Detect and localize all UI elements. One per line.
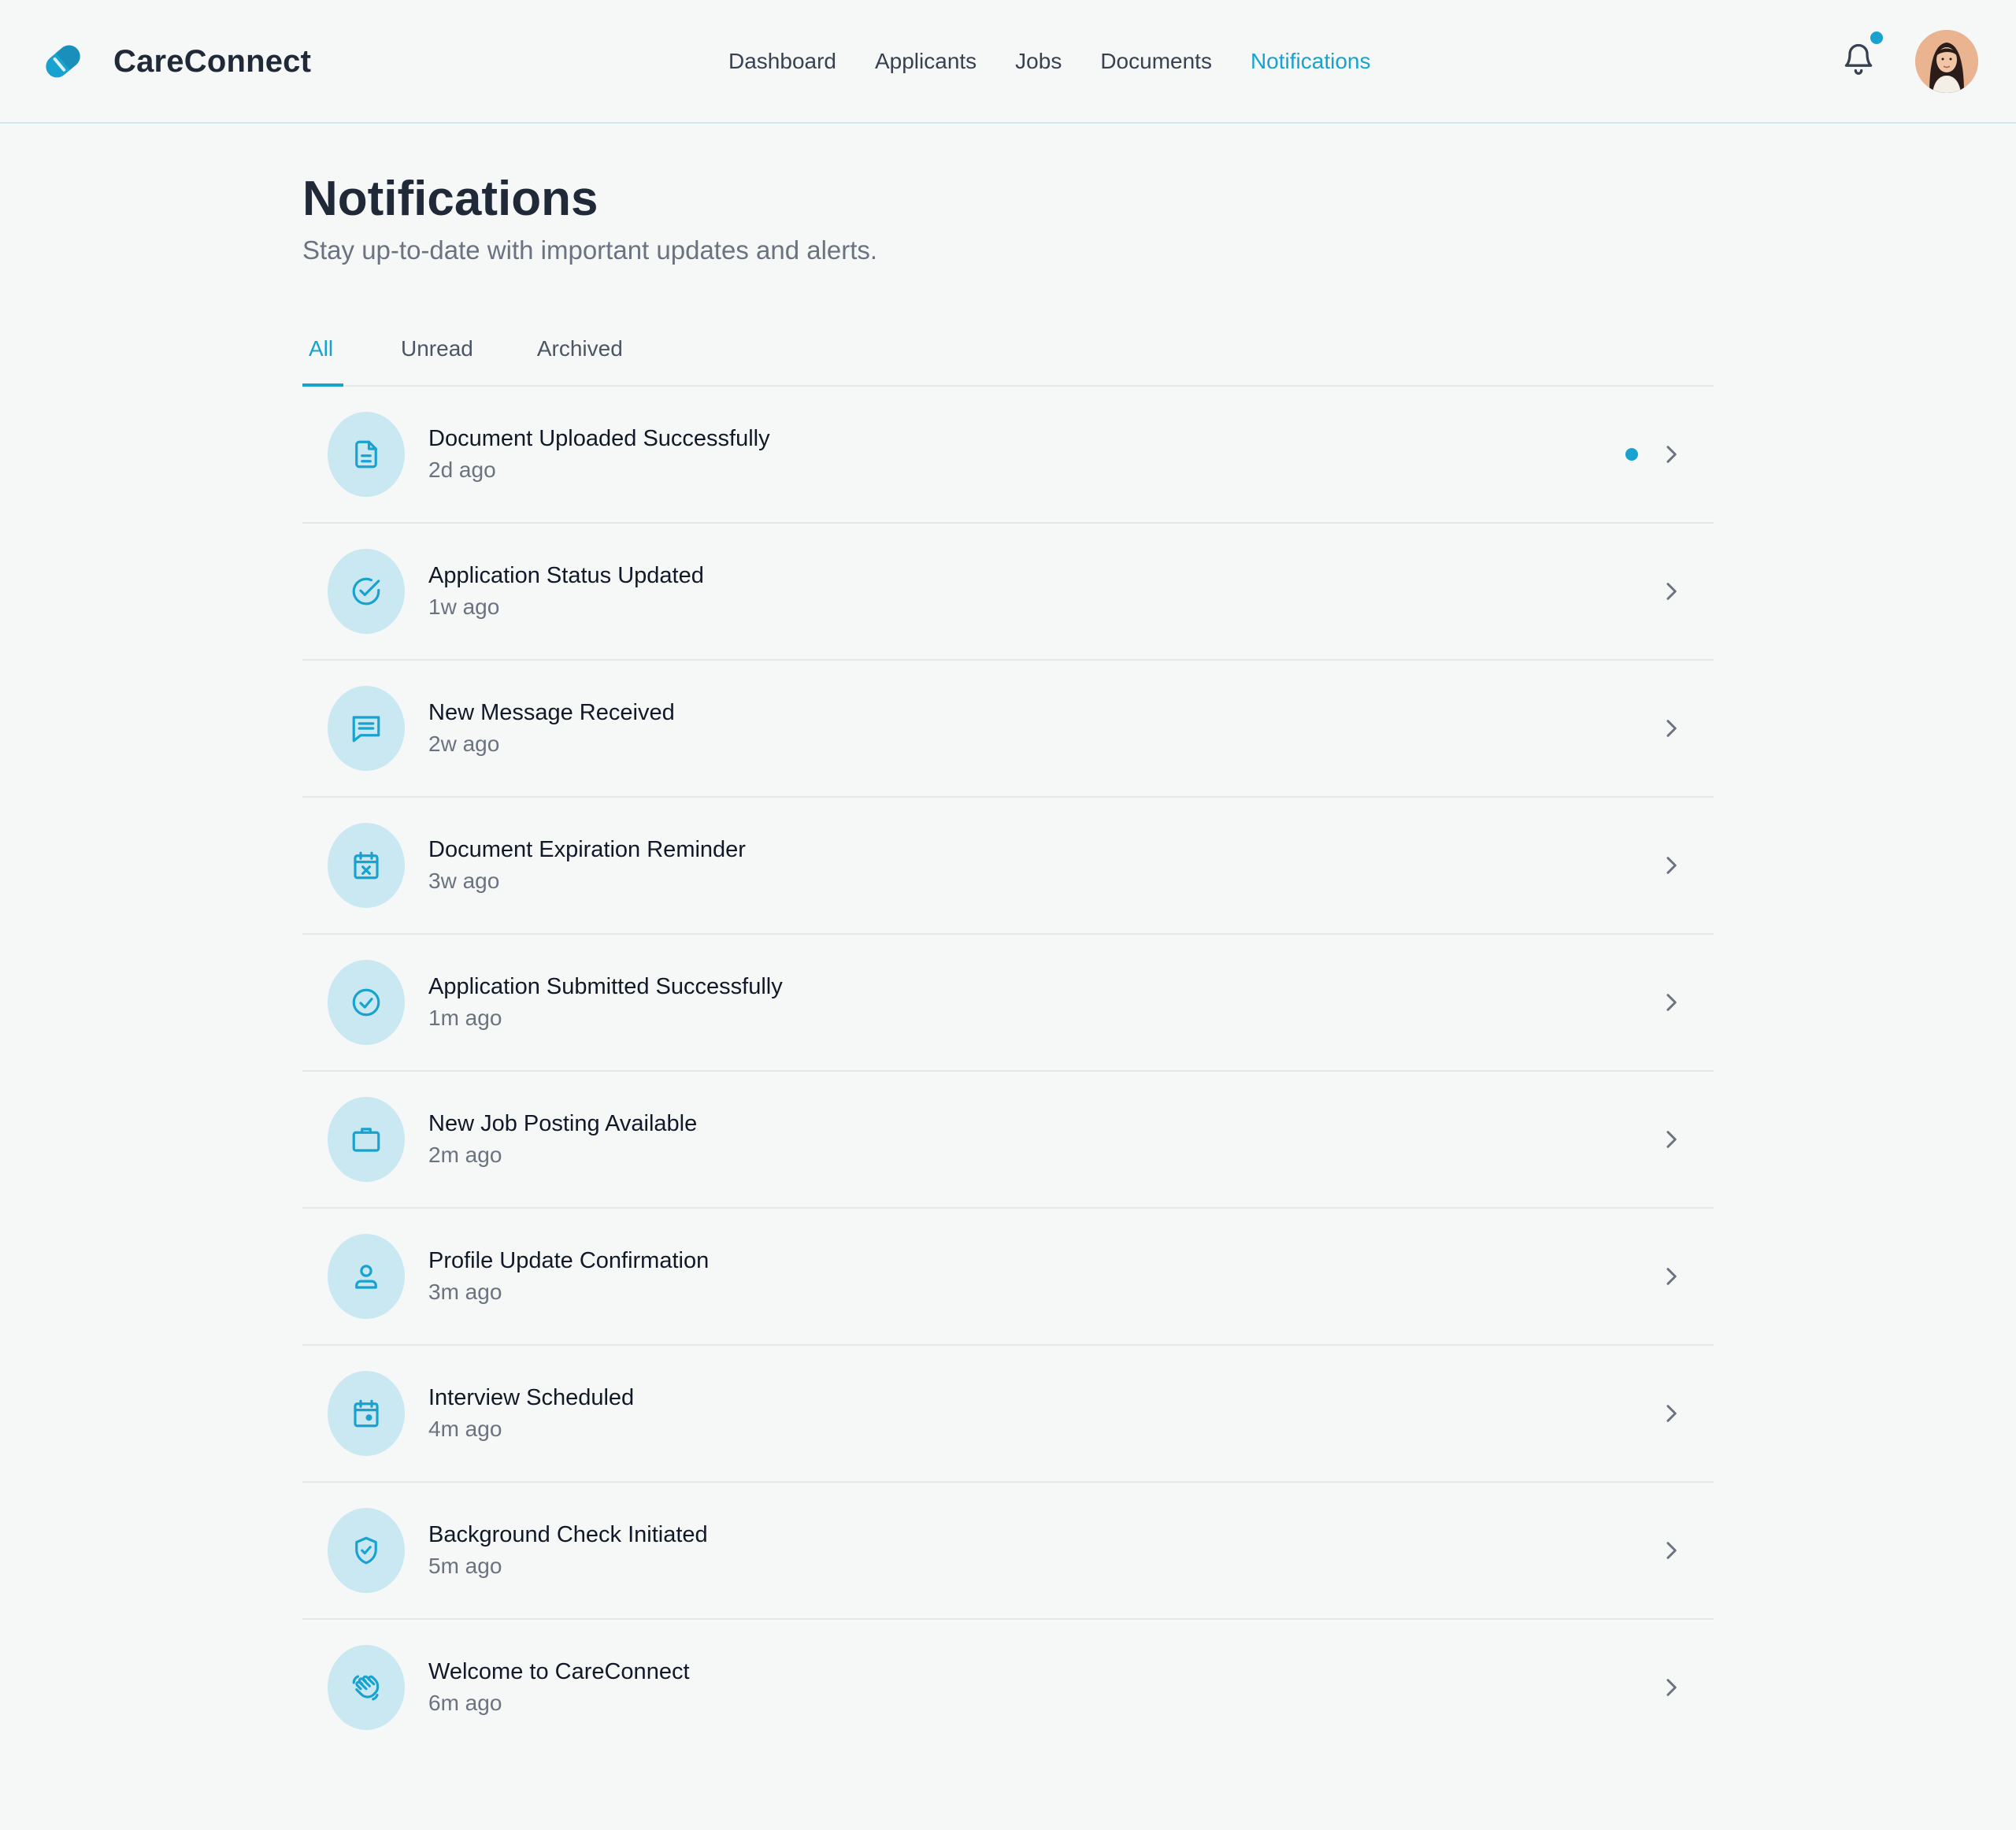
notification-item[interactable]: Welcome to CareConnect 6m ago: [302, 1620, 1714, 1757]
nav-item-dashboard[interactable]: Dashboard: [728, 49, 836, 74]
user-avatar[interactable]: [1915, 30, 1978, 93]
notification-title: Background Check Initiated: [428, 1522, 708, 1548]
chevron-right-icon: [1666, 1679, 1677, 1696]
brand-logo-icon: [46, 45, 80, 78]
avatar-portrait: [1915, 30, 1978, 93]
notification-item[interactable]: Document Uploaded Successfully 2d ago: [302, 387, 1714, 524]
notification-time: 1m ago: [428, 1006, 502, 1031]
chevron-right-icon: [1666, 1542, 1677, 1559]
notification-item[interactable]: Application Status Updated 1w ago: [302, 524, 1714, 661]
nav-item-applicants[interactable]: Applicants: [875, 49, 976, 74]
main-nav: Dashboard Applicants Jobs Documents Noti…: [728, 46, 1409, 77]
chevron-right-icon: [1666, 1405, 1677, 1422]
document-icon: [328, 412, 405, 498]
notification-item[interactable]: Document Expiration Reminder 3w ago: [302, 798, 1714, 935]
briefcase-icon: [328, 1097, 405, 1183]
notification-time: 1w ago: [428, 595, 500, 620]
notification-time: 6m ago: [428, 1691, 502, 1716]
brand-name: CareConnect: [113, 43, 312, 79]
notification-title: Application Submitted Successfully: [428, 974, 783, 1000]
chevron-right-icon: [1666, 1268, 1677, 1285]
chevron-right-icon: [1666, 720, 1677, 737]
check-circle-icon: [328, 549, 405, 635]
notification-time: 2w ago: [428, 732, 500, 757]
notification-title: Profile Update Confirmation: [428, 1248, 710, 1274]
nav-item-documents[interactable]: Documents: [1100, 49, 1212, 74]
notification-time: 2d ago: [428, 458, 496, 483]
notification-time: 5m ago: [428, 1554, 502, 1579]
notification-list: Document Uploaded Successfully 2d ago Ap…: [302, 387, 1714, 1757]
shield-check-icon: [328, 1508, 405, 1594]
notification-tabs: All Unread Archived: [302, 336, 1714, 387]
chevron-right-icon: [1666, 446, 1677, 463]
notifications-page: Notifications Stay up-to-date with impor…: [302, 124, 1714, 1757]
notification-indicator-dot: [1870, 31, 1883, 44]
notification-title: New Job Posting Available: [428, 1111, 698, 1137]
user-icon: [328, 1234, 405, 1320]
check-circle-icon: [328, 960, 405, 1046]
calendar-x-icon: [328, 823, 405, 909]
notification-item[interactable]: New Message Received 2w ago: [302, 661, 1714, 798]
chevron-right-icon: [1666, 994, 1677, 1011]
tab-unread[interactable]: Unread: [395, 336, 480, 387]
notification-item[interactable]: Profile Update Confirmation 3m ago: [302, 1209, 1714, 1347]
chevron-right-icon: [1666, 1131, 1677, 1148]
chevron-right-icon: [1666, 583, 1677, 600]
notification-title: Document Uploaded Successfully: [428, 426, 770, 452]
notification-title: Interview Scheduled: [428, 1385, 635, 1411]
notification-time: 4m ago: [428, 1417, 502, 1442]
notification-item[interactable]: New Job Posting Available 2m ago: [302, 1072, 1714, 1210]
brand[interactable]: CareConnect: [39, 38, 311, 85]
calendar-icon: [328, 1371, 405, 1457]
notification-time: 3m ago: [428, 1280, 502, 1305]
nav-item-notifications[interactable]: Notifications: [1251, 49, 1371, 74]
bell-icon[interactable]: [1841, 39, 1876, 77]
notification-item[interactable]: Background Check Initiated 5m ago: [302, 1483, 1714, 1621]
notification-time: 3w ago: [428, 869, 500, 894]
tab-all[interactable]: All: [302, 336, 343, 387]
notification-time: 2m ago: [428, 1143, 502, 1168]
notification-title: New Message Received: [428, 700, 675, 726]
unread-indicator-dot: [1625, 448, 1638, 461]
notification-title: Welcome to CareConnect: [428, 1659, 690, 1685]
page-title: Notifications: [302, 172, 598, 226]
top-navigation-bar: CareConnect Dashboard Applicants Jobs Do…: [0, 0, 2016, 124]
notification-item[interactable]: Application Submitted Successfully 1m ag…: [302, 935, 1714, 1072]
wave-hand-icon: [328, 1645, 405, 1731]
notification-title: Document Expiration Reminder: [428, 837, 746, 863]
notification-title: Application Status Updated: [428, 563, 704, 589]
tab-archived[interactable]: Archived: [531, 336, 629, 387]
page-subtitle: Stay up-to-date with important updates a…: [302, 235, 878, 265]
chevron-right-icon: [1666, 857, 1677, 874]
message-icon: [328, 686, 405, 772]
nav-item-jobs[interactable]: Jobs: [1015, 49, 1062, 74]
notification-item[interactable]: Interview Scheduled 4m ago: [302, 1346, 1714, 1484]
